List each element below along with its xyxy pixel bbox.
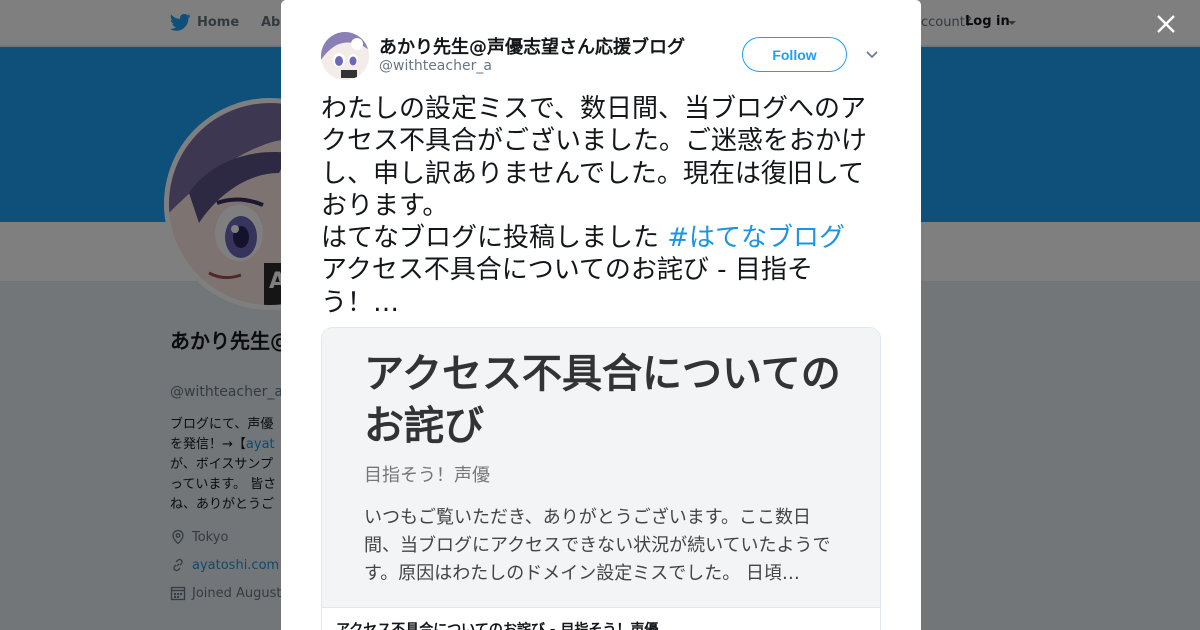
- link-preview-card[interactable]: アクセス不具合についてのお詫び 目指そう！声優 いつもご覧いただき、ありがとうご…: [321, 327, 881, 630]
- tweet-author-name[interactable]: あかり先生@声優志望さん応援ブログ: [379, 33, 685, 59]
- close-icon[interactable]: [1155, 13, 1177, 35]
- card-image-title: アクセス不具合についてのお詫び: [364, 351, 841, 449]
- author-avatar-illustration: [321, 32, 369, 80]
- tweet-author-avatar[interactable]: [321, 32, 369, 80]
- hashtag-link[interactable]: #はてなブログ: [667, 223, 845, 253]
- tweet-menu-caret-icon[interactable]: [865, 49, 879, 59]
- card-image-description: いつもご覧いただき、ありがとうございます。ここ数日間、当ブログにアクセスできない…: [364, 507, 831, 584]
- tweet-body-tail: アクセス不具合についてのお詫び - 目指そう！…: [321, 255, 813, 318]
- follow-button[interactable]: Follow: [742, 37, 847, 72]
- tweet-author-handle[interactable]: @withteacher_a: [379, 58, 492, 74]
- card-title: アクセス不具合についてのお詫び - 目指そう！声優: [336, 622, 659, 630]
- card-image: アクセス不具合についてのお詫び 目指そう！声優 いつもご覧いただき、ありがとうご…: [322, 328, 880, 608]
- card-image-site: 目指そう！声優: [364, 465, 490, 486]
- tweet-text: わたしの設定ミスで、数日間、当ブログへのアクセス不具合がございました。ご迷惑をお…: [321, 93, 883, 319]
- tweet-modal: あかり先生@声優志望さん応援ブログ @withteacher_a Follow …: [281, 0, 921, 630]
